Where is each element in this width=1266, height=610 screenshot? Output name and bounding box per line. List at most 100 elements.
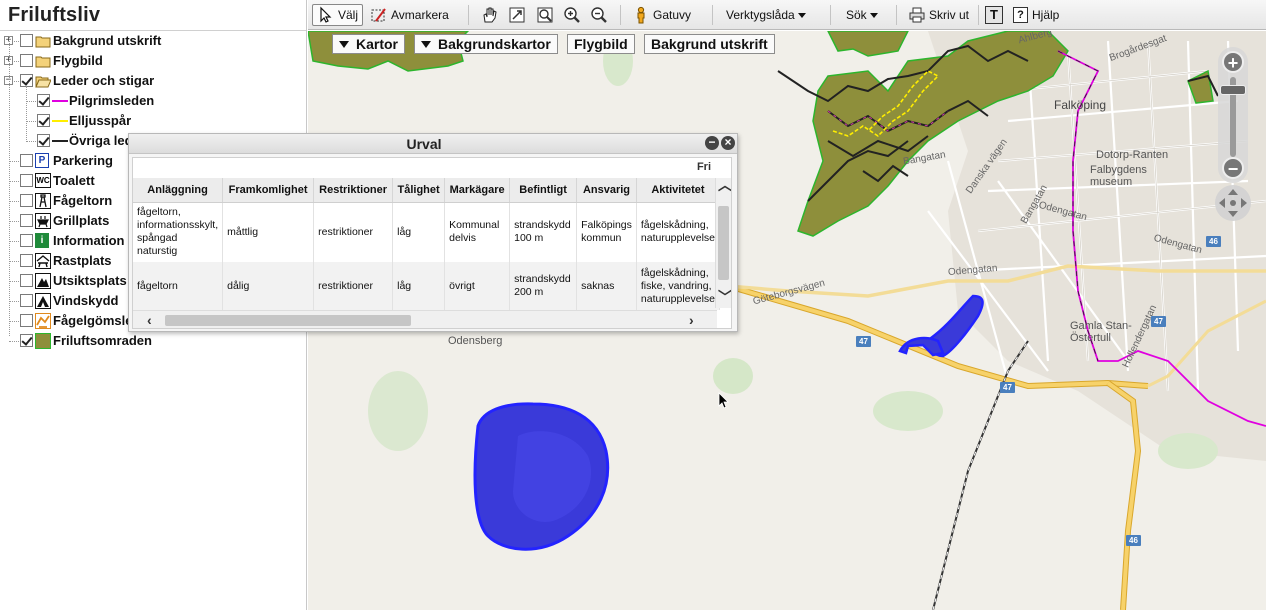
scroll-left-icon[interactable]: ‹	[147, 313, 152, 327]
table-row[interactable]: fågeltorn dålig restriktioner låg övrigt stra…	[133, 262, 721, 310]
column-header[interactable]: Ansvarig	[576, 178, 637, 203]
layer-visibility-checkbox[interactable]	[20, 154, 33, 167]
layer-visibility-checkbox[interactable]	[20, 294, 33, 307]
layer-visibility-checkbox[interactable]	[20, 314, 33, 327]
table-cell: måttlig	[222, 202, 315, 262]
streetview-button[interactable]: Gatuvy	[632, 4, 691, 26]
layer-row[interactable]: Pilgrimsleden	[0, 91, 306, 111]
layer-label: Rastplats	[53, 253, 112, 268]
column-header[interactable]: Framkomlighet	[222, 178, 315, 203]
road-shield-47: 47	[1151, 316, 1166, 327]
zoom-in-map-button[interactable]: +	[1222, 51, 1244, 73]
viewpoint-icon	[35, 273, 51, 289]
minimize-icon[interactable]: −	[705, 136, 719, 150]
layer-row[interactable]: + Flygbild	[0, 51, 306, 71]
flygbild-button[interactable]: Flygbild	[567, 34, 635, 54]
layer-visibility-checkbox[interactable]	[20, 54, 33, 67]
layer-label: Fågeltorn	[53, 193, 113, 208]
layer-visibility-checkbox[interactable]	[37, 134, 50, 147]
layer-row[interactable]: − Leder och stigar	[0, 71, 306, 91]
tree-connector	[9, 301, 19, 302]
layer-visibility-checkbox[interactable]	[20, 194, 33, 207]
layer-label: Toalett	[53, 173, 95, 188]
scroll-thumb[interactable]	[718, 206, 729, 280]
rest-area-icon	[35, 253, 51, 269]
layer-visibility-checkbox[interactable]	[20, 254, 33, 267]
layer-label: Grillplats	[53, 213, 110, 228]
tree-spine	[9, 36, 10, 336]
layer-visibility-checkbox[interactable]	[20, 34, 33, 47]
column-header[interactable]: Markägare	[444, 178, 511, 203]
zoom-out-icon	[590, 6, 608, 24]
layer-visibility-checkbox[interactable]	[20, 234, 33, 247]
zoom-out-button[interactable]	[590, 4, 611, 26]
bakgrund-utskrift-button[interactable]: Bakgrund utskrift	[644, 34, 775, 54]
layer-visibility-checkbox[interactable]	[37, 94, 50, 107]
toolbox-menu[interactable]: Verktygslåda	[726, 4, 806, 26]
horizontal-scrollbar[interactable]: ‹ ›	[133, 310, 717, 328]
bakgrund-utskrift-label: Bakgrund utskrift	[651, 36, 768, 52]
table-cell: Kommunal delvis	[444, 202, 511, 262]
tree-connector	[9, 181, 19, 182]
zoom-slider-handle[interactable]	[1220, 85, 1246, 95]
table-cell: fågelskådning, fiske, vandring, naturupp…	[636, 262, 721, 310]
scroll-right-icon[interactable]: ›	[689, 313, 694, 327]
zoom-out-map-button[interactable]: −	[1222, 157, 1244, 179]
select-label: Välj	[338, 8, 359, 22]
text-tool-button[interactable]: T	[985, 4, 1003, 26]
tree-connector	[26, 121, 36, 122]
pan-button[interactable]	[480, 4, 501, 26]
layer-visibility-checkbox[interactable]	[20, 274, 33, 287]
column-header[interactable]: Tålighet	[392, 178, 446, 203]
close-icon[interactable]: ×	[721, 136, 735, 150]
deselect-button[interactable]: Avmarkera	[370, 4, 449, 26]
printer-icon	[908, 6, 926, 24]
tree-connector	[9, 261, 19, 262]
parking-icon: P	[35, 153, 51, 169]
column-header[interactable]: Aktivitetet	[636, 178, 721, 203]
green-patch	[1158, 433, 1218, 469]
dialog-title: Urval	[406, 136, 442, 152]
zoom-control: + −	[1213, 47, 1253, 247]
layer-row[interactable]: Friluftsomraden	[0, 331, 306, 351]
select-button[interactable]: Välj	[312, 4, 364, 26]
column-header[interactable]: Restriktioner	[313, 178, 394, 203]
help-button[interactable]: ? Hjälp	[1013, 4, 1059, 26]
column-header[interactable]: Befintligt	[509, 178, 578, 203]
bakgrundskartor-menu-button[interactable]: Bakgrundskartor	[414, 34, 558, 54]
vertical-scrollbar[interactable]: ︿ ﹀	[715, 178, 731, 308]
app-title: Friluftsliv	[8, 4, 101, 26]
green-patch	[873, 391, 943, 431]
scroll-down-icon[interactable]: ﹀	[718, 290, 731, 304]
layer-visibility-checkbox[interactable]	[37, 114, 50, 127]
layer-visibility-checkbox[interactable]	[20, 334, 33, 347]
dialog-titlebar[interactable]: Urval − ×	[129, 134, 737, 154]
column-header[interactable]: Anläggning	[133, 178, 224, 203]
scroll-up-icon[interactable]: ︿	[718, 178, 731, 192]
full-extent-button[interactable]	[508, 4, 529, 26]
layer-label: Vindskydd	[53, 293, 119, 308]
zoom-in-button[interactable]	[563, 4, 584, 26]
place-label-gamla-stan: Gamla Stan-Östertull	[1070, 320, 1132, 344]
kartor-menu-button[interactable]: Kartor	[332, 34, 406, 54]
print-label: Skriv ut	[929, 8, 970, 22]
tree-connector	[26, 101, 36, 102]
zoom-box-button[interactable]	[536, 4, 557, 26]
layer-row[interactable]: + Bakgrund utskrift	[0, 31, 306, 51]
scroll-thumb[interactable]	[165, 315, 411, 326]
layer-visibility-checkbox[interactable]	[20, 174, 33, 187]
tree-connector	[26, 141, 36, 142]
layer-visibility-checkbox[interactable]	[20, 214, 33, 227]
place-label-falkoping: Falköping	[1054, 98, 1107, 112]
tree-connector	[9, 221, 19, 222]
layer-row[interactable]: Elljusspår	[0, 111, 306, 131]
toolbar-separator	[712, 5, 713, 25]
search-menu[interactable]: Sök	[846, 4, 878, 26]
toolbox-label: Verktygslåda	[726, 8, 795, 22]
table-row[interactable]: fågeltorn, informationsskylt, spångad na…	[133, 202, 721, 262]
pan-control[interactable]	[1215, 185, 1251, 221]
layer-label: Utsiktsplats	[53, 273, 127, 288]
print-button[interactable]: Skriv ut	[908, 4, 969, 26]
toolbar-separator	[620, 5, 621, 25]
bakgrundskartor-label: Bakgrundskartor	[438, 36, 551, 52]
